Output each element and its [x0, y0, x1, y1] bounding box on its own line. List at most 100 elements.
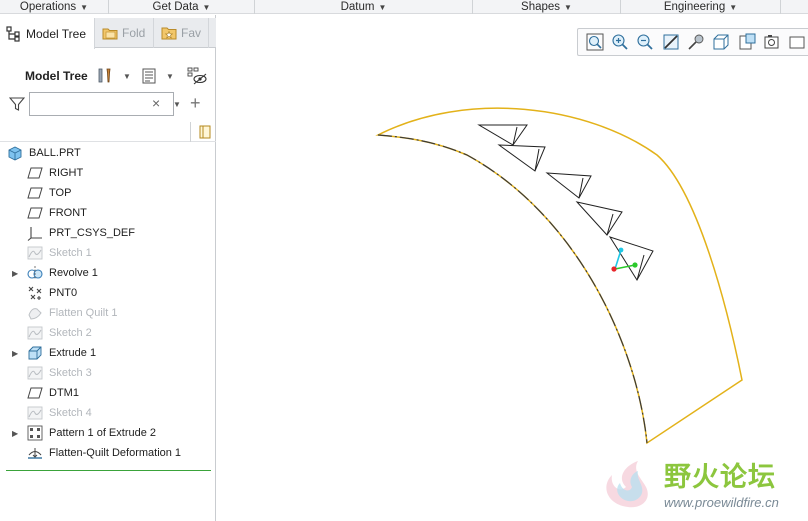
pattern-features[interactable] — [477, 124, 654, 281]
show-button[interactable] — [140, 67, 158, 85]
visibility-filter-button[interactable] — [186, 66, 208, 86]
deformation-icon — [28, 448, 42, 459]
ribbon-group-label: Get Data — [152, 1, 199, 13]
tree-node-label: Sketch 1 — [49, 247, 92, 259]
tree-node-label: PNT0 — [49, 287, 78, 299]
tree-node-prt-csys-def[interactable]: PRT_CSYS_DEF — [0, 223, 214, 243]
tree-node-label: TOP — [49, 187, 72, 199]
tree-node-label: Revolve 1 — [49, 267, 98, 279]
quilt-inner-edge[interactable] — [377, 134, 648, 444]
tree-node-revolve-1[interactable]: ▶ Revolve 1 — [0, 263, 214, 283]
tree-node-flatten-quilt-1[interactable]: Flatten Quilt 1 — [0, 303, 214, 323]
tree-node-sketch-1[interactable]: Sketch 1 — [0, 243, 214, 263]
tree-node-label: Flatten-Quilt Deformation 1 — [49, 447, 182, 459]
datum-point-icon — [28, 286, 42, 300]
tree-node-flatten-quilt-deformation-1[interactable]: Flatten-Quilt Deformation 1 — [0, 443, 214, 463]
tree-node-top[interactable]: TOP — [0, 183, 214, 203]
settings-button[interactable] — [96, 67, 114, 85]
datum-plane-icon — [27, 187, 43, 199]
tree-node-label: Sketch 4 — [49, 407, 92, 419]
part-icon — [8, 146, 22, 161]
caret-down-icon: ▼ — [202, 2, 211, 12]
datum-plane-icon — [27, 207, 43, 219]
tree-node-root[interactable]: BALL.PRT — [0, 143, 214, 163]
caret-down-icon: ▼ — [564, 2, 572, 12]
sketch-icon — [27, 326, 43, 340]
tree-node-sketch-2[interactable]: Sketch 2 — [0, 323, 214, 343]
tree-column-header — [0, 122, 216, 142]
ribbon-group-label: Datum — [340, 1, 375, 13]
tree-columns-icon[interactable] — [198, 125, 212, 139]
sketch-icon — [27, 246, 43, 260]
flatten-quilt-icon — [28, 308, 42, 320]
tab-folder-browser[interactable]: Fold — [96, 18, 154, 48]
expand-arrow-icon[interactable]: ▶ — [12, 429, 20, 438]
tree-node-dtm1[interactable]: DTM1 — [0, 383, 214, 403]
flame-logo-icon — [606, 461, 648, 508]
add-filter-icon[interactable]: + — [190, 93, 201, 113]
ribbon-group-datum[interactable]: Datum ▼ — [255, 0, 473, 14]
navigator-tabs: Model Tree Fold Fav — [0, 18, 216, 49]
folder-icon — [102, 28, 118, 40]
tree-node-label: RIGHT — [49, 167, 84, 179]
tree-node-front[interactable]: FRONT — [0, 203, 214, 223]
tree-node-label: Pattern 1 of Extrude 2 — [49, 427, 157, 439]
tree-node-label: Flatten Quilt 1 — [49, 307, 118, 319]
tree-node-label: Extrude 1 — [49, 347, 97, 359]
csys-z-point — [618, 247, 624, 253]
model-tree-icon — [6, 25, 20, 42]
tab-favorites[interactable]: Fav — [155, 18, 209, 48]
ribbon-group-engineering[interactable]: Engineering ▼ — [621, 0, 781, 14]
tab-label: Fold — [122, 26, 146, 40]
tab-label: Fav — [181, 26, 202, 40]
expand-arrow-icon[interactable]: ▶ — [12, 349, 20, 358]
search-caret-icon[interactable]: ▼ — [173, 100, 181, 109]
ribbon-group-operations[interactable]: Operations ▼ — [0, 0, 109, 14]
expand-arrow-icon[interactable]: ▶ — [12, 269, 20, 278]
ribbon-group-label: Shapes — [521, 1, 561, 13]
navigator-panel: Model Tree Fold Fav Model Tree ▼ ▼ × ▼ +… — [0, 15, 216, 521]
insert-indicator[interactable] — [6, 470, 211, 471]
tree-node-pnt0[interactable]: PNT0 — [0, 283, 214, 303]
caret-down-icon: ▼ — [729, 2, 738, 12]
column-divider[interactable] — [190, 122, 191, 142]
tree-node-label: FRONT — [49, 207, 87, 219]
model-viewport[interactable] — [217, 15, 808, 521]
tree-node-label: BALL.PRT — [29, 147, 81, 159]
filter-icon[interactable] — [9, 96, 25, 112]
tab-model-tree[interactable]: Model Tree — [0, 18, 95, 49]
tree-node-extrude-1[interactable]: ▶ Extrude 1 — [0, 343, 214, 363]
watermark-url: www.proewildfire.cn — [664, 495, 779, 510]
quilt-outer-edge[interactable] — [375, 107, 743, 445]
tab-label: Model Tree — [26, 26, 87, 41]
csys-x-point — [611, 266, 617, 272]
clear-icon[interactable]: × — [152, 96, 160, 110]
datum-plane-icon — [27, 387, 43, 399]
tree-node-sketch-3[interactable]: Sketch 3 — [0, 363, 214, 383]
model-tree-title: Model Tree — [25, 69, 88, 83]
graphics-window[interactable] — [217, 15, 808, 521]
caret-down-icon: ▼ — [80, 2, 89, 12]
show-caret-icon[interactable]: ▼ — [166, 72, 174, 81]
tree-node-pattern-1[interactable]: ▶ Pattern 1 of Extrude 2 — [0, 423, 214, 443]
caret-down-icon: ▼ — [378, 2, 387, 12]
csys-icon — [27, 227, 42, 241]
tree-node-right[interactable]: RIGHT — [0, 163, 214, 183]
tree-node-label: PRT_CSYS_DEF — [49, 227, 135, 239]
tree-node-label: Sketch 3 — [49, 367, 92, 379]
pattern-icon — [27, 425, 43, 441]
favorites-icon — [161, 27, 177, 40]
sketch-icon — [27, 366, 43, 380]
settings-caret-icon[interactable]: ▼ — [123, 72, 131, 81]
ribbon-group-get-data[interactable]: Get Data ▼ — [109, 0, 255, 14]
tools-icon — [98, 68, 111, 83]
datum-plane-icon — [27, 167, 43, 179]
show-columns-icon — [142, 68, 156, 84]
ribbon-group-bar: Operations ▼ Get Data ▼ Datum ▼ Shapes ▼ Eng… — [0, 0, 808, 14]
sketch-icon — [27, 406, 43, 420]
tree-node-sketch-4[interactable]: Sketch 4 — [0, 403, 214, 423]
ribbon-group-label: Operations — [19, 1, 77, 13]
tree-node-label: DTM1 — [49, 387, 79, 399]
search-row: × ▼ + — [6, 92, 212, 116]
ribbon-group-shapes[interactable]: Shapes ▼ — [473, 0, 621, 14]
